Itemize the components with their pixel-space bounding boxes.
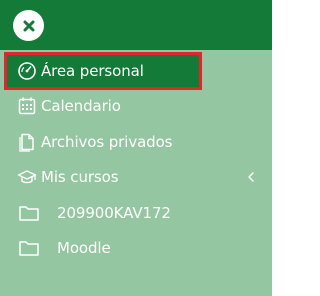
nav-item-archivos-privados[interactable]: Archivos privados — [0, 124, 272, 160]
folder-icon — [19, 206, 39, 221]
nav-item-course-209900kav172[interactable]: 209900KAV172 — [0, 195, 272, 231]
chevron-left-icon[interactable] — [244, 168, 258, 186]
close-button[interactable] — [13, 10, 44, 41]
nav-item-label: Mis cursos — [41, 168, 119, 186]
dashboard-gauge-icon — [18, 62, 36, 80]
nav-drawer: Área personal Calendario Archivos privad… — [0, 0, 272, 296]
file-icon — [19, 133, 34, 152]
nav-item-area-personal[interactable]: Área personal — [4, 52, 202, 90]
nav-item-label: Área personal — [41, 62, 144, 80]
nav-item-calendario[interactable]: Calendario — [0, 88, 272, 124]
close-icon — [23, 20, 34, 31]
nav-item-label: Archivos privados — [41, 133, 173, 151]
folder-icon — [19, 241, 39, 256]
nav-item-label: Moodle — [57, 239, 111, 257]
nav-item-course-moodle[interactable]: Moodle — [0, 230, 272, 266]
drawer-header — [0, 0, 272, 50]
nav-item-mis-cursos[interactable]: Mis cursos — [0, 159, 272, 195]
nav-item-label: Calendario — [41, 97, 121, 115]
nav-item-label: 209900KAV172 — [57, 204, 171, 222]
graduation-cap-icon — [17, 170, 37, 184]
calendar-icon — [18, 97, 36, 115]
